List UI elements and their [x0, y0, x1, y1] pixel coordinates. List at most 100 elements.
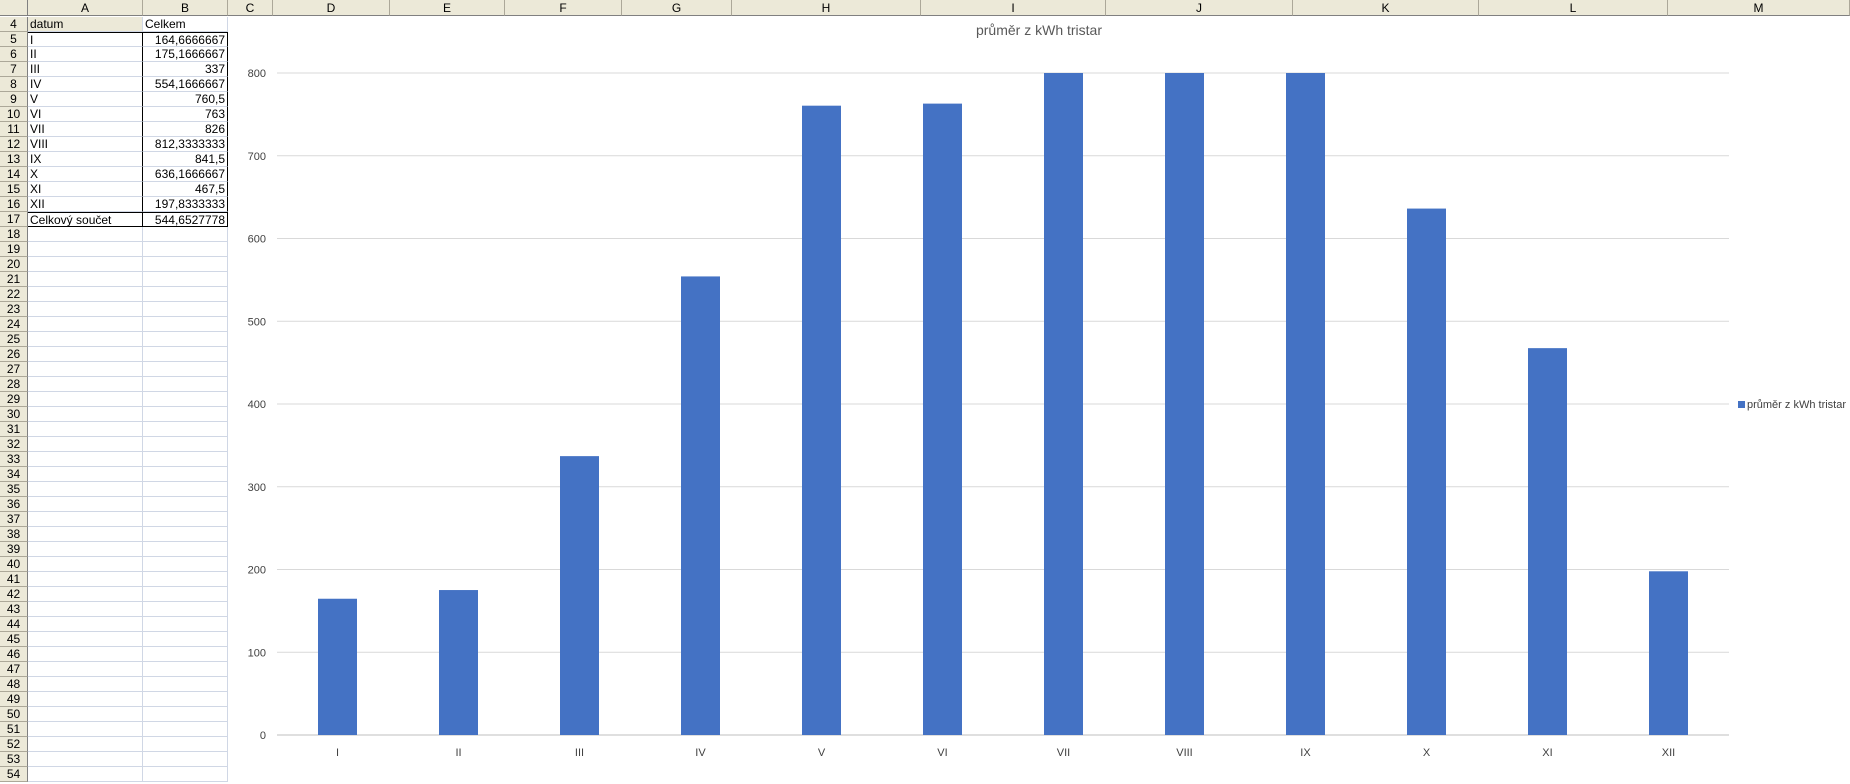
row-header-33[interactable]: 33 — [0, 452, 28, 467]
bar-IV[interactable] — [681, 276, 720, 735]
bar-X[interactable] — [1407, 208, 1446, 735]
row-header-37[interactable]: 37 — [0, 512, 28, 527]
column-header-I[interactable]: I — [921, 0, 1106, 16]
cell-B38[interactable] — [143, 527, 228, 542]
cell-A17[interactable]: Celkový součet — [28, 212, 143, 227]
cell-A39[interactable] — [28, 542, 143, 557]
cell-B12[interactable]: 812,3333333 — [143, 137, 228, 152]
cell-A24[interactable] — [28, 317, 143, 332]
row-header-7[interactable]: 7 — [0, 62, 28, 77]
cell-A8[interactable]: IV — [28, 77, 143, 92]
row-header-14[interactable]: 14 — [0, 167, 28, 182]
cell-B15[interactable]: 467,5 — [143, 182, 228, 197]
bar-V[interactable] — [802, 105, 841, 735]
row-header-39[interactable]: 39 — [0, 542, 28, 557]
row-header-48[interactable]: 48 — [0, 677, 28, 692]
cell-B6[interactable]: 175,1666667 — [143, 47, 228, 62]
cell-B45[interactable] — [143, 632, 228, 647]
cell-B20[interactable] — [143, 257, 228, 272]
cell-B4[interactable]: Celkem — [143, 17, 228, 32]
column-header-E[interactable]: E — [390, 0, 505, 16]
column-header-C[interactable]: C — [228, 0, 273, 16]
row-header-54[interactable]: 54 — [0, 767, 28, 782]
bar-VII[interactable] — [1044, 73, 1083, 735]
cell-B39[interactable] — [143, 542, 228, 557]
cell-A46[interactable] — [28, 647, 143, 662]
row-header-42[interactable]: 42 — [0, 587, 28, 602]
row-header-26[interactable]: 26 — [0, 347, 28, 362]
row-header-15[interactable]: 15 — [0, 182, 28, 197]
cell-A25[interactable] — [28, 332, 143, 347]
cell-A30[interactable] — [28, 407, 143, 422]
cell-A12[interactable]: VIII — [28, 137, 143, 152]
cell-B47[interactable] — [143, 662, 228, 677]
row-header-38[interactable]: 38 — [0, 527, 28, 542]
row-header-49[interactable]: 49 — [0, 692, 28, 707]
cell-A20[interactable] — [28, 257, 143, 272]
cell-A6[interactable]: II — [28, 47, 143, 62]
cell-A18[interactable] — [28, 227, 143, 242]
row-header-8[interactable]: 8 — [0, 77, 28, 92]
cell-B54[interactable] — [143, 767, 228, 782]
row-header-50[interactable]: 50 — [0, 707, 28, 722]
cell-A42[interactable] — [28, 587, 143, 602]
row-header-22[interactable]: 22 — [0, 287, 28, 302]
bar-IX[interactable] — [1286, 73, 1325, 735]
chart-legend[interactable]: průměr z kWh tristar — [1738, 399, 1846, 411]
cell-A37[interactable] — [28, 512, 143, 527]
cell-B17[interactable]: 544,6527778 — [143, 212, 228, 227]
cell-B37[interactable] — [143, 512, 228, 527]
cell-B16[interactable]: 197,8333333 — [143, 197, 228, 212]
cell-A11[interactable]: VII — [28, 122, 143, 137]
cell-B8[interactable]: 554,1666667 — [143, 77, 228, 92]
cell-A16[interactable]: XII — [28, 197, 143, 212]
row-header-13[interactable]: 13 — [0, 152, 28, 167]
cell-A4[interactable]: datum — [28, 17, 143, 32]
bar-II[interactable] — [439, 590, 478, 735]
cell-A28[interactable] — [28, 377, 143, 392]
cell-B24[interactable] — [143, 317, 228, 332]
column-header-H[interactable]: H — [732, 0, 921, 16]
column-header-G[interactable]: G — [622, 0, 732, 16]
cell-B31[interactable] — [143, 422, 228, 437]
row-header-25[interactable]: 25 — [0, 332, 28, 347]
column-header-F[interactable]: F — [505, 0, 622, 16]
bar-VIII[interactable] — [1165, 73, 1204, 735]
bar-I[interactable] — [318, 598, 357, 735]
cell-A54[interactable] — [28, 767, 143, 782]
cell-A27[interactable] — [28, 362, 143, 377]
chart[interactable]: průměr z kWh tristar 0 100 200 300 400 500 600… — [236, 17, 1850, 775]
cell-B33[interactable] — [143, 452, 228, 467]
row-header-46[interactable]: 46 — [0, 647, 28, 662]
row-header-31[interactable]: 31 — [0, 422, 28, 437]
cell-A49[interactable] — [28, 692, 143, 707]
cell-B14[interactable]: 636,1666667 — [143, 167, 228, 182]
row-header-47[interactable]: 47 — [0, 662, 28, 677]
row-header-43[interactable]: 43 — [0, 602, 28, 617]
cell-A53[interactable] — [28, 752, 143, 767]
cell-B22[interactable] — [143, 287, 228, 302]
cell-B11[interactable]: 826 — [143, 122, 228, 137]
row-header-44[interactable]: 44 — [0, 617, 28, 632]
bar-XII[interactable] — [1649, 571, 1688, 735]
cell-B46[interactable] — [143, 647, 228, 662]
column-header-A[interactable]: A — [28, 0, 143, 16]
column-header-J[interactable]: J — [1106, 0, 1293, 16]
cell-A50[interactable] — [28, 707, 143, 722]
row-header-24[interactable]: 24 — [0, 317, 28, 332]
cell-B35[interactable] — [143, 482, 228, 497]
row-header-19[interactable]: 19 — [0, 242, 28, 257]
cell-A5[interactable]: I — [28, 32, 143, 47]
cell-A29[interactable] — [28, 392, 143, 407]
cell-B52[interactable] — [143, 737, 228, 752]
row-header-12[interactable]: 12 — [0, 137, 28, 152]
cell-A51[interactable] — [28, 722, 143, 737]
cell-A48[interactable] — [28, 677, 143, 692]
row-header-41[interactable]: 41 — [0, 572, 28, 587]
bar-VI[interactable] — [923, 103, 962, 736]
row-header-34[interactable]: 34 — [0, 467, 28, 482]
cell-B48[interactable] — [143, 677, 228, 692]
cell-A10[interactable]: VI — [28, 107, 143, 122]
row-header-27[interactable]: 27 — [0, 362, 28, 377]
cell-A36[interactable] — [28, 497, 143, 512]
